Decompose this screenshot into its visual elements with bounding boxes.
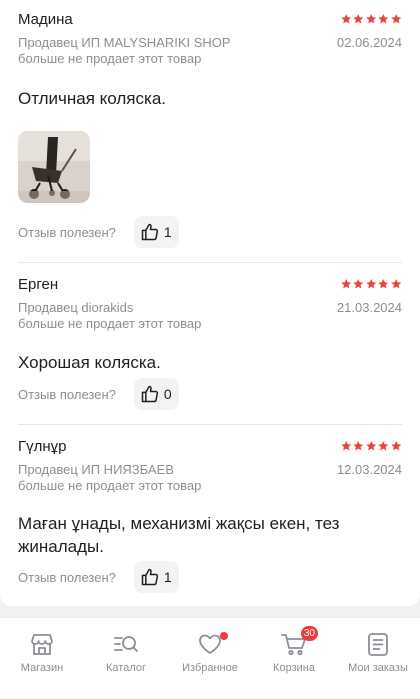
- helpful-label: Отзыв полезен?: [18, 386, 116, 402]
- tab-cart[interactable]: 30 Корзина: [252, 626, 336, 674]
- tab-label: Мои заказы: [348, 662, 408, 674]
- review-text: Отличная коляска.: [18, 89, 167, 108]
- star-icon: [340, 13, 353, 25]
- review-text: Маған ұнады, механизмі жақсы екен, тез ж…: [18, 514, 340, 556]
- divider: [18, 424, 402, 425]
- store-icon: [28, 630, 56, 658]
- seller-name: Продавец ИП MALYSHARIKI SHOP: [18, 34, 231, 50]
- like-button[interactable]: 0: [133, 378, 179, 410]
- like-count: 1: [163, 224, 172, 240]
- star-icon: [352, 13, 365, 25]
- review-photo[interactable]: [18, 131, 90, 203]
- notification-dot: [220, 632, 228, 640]
- review-item: Ерген Продавец diorakids 21.03.2024 боль…: [18, 273, 402, 374]
- heart-icon: [196, 630, 228, 658]
- bottom-tab-bar: Магазин Каталог Избранное 30 Корзина Мои…: [0, 617, 420, 699]
- rating-stars: [340, 278, 403, 290]
- stroller-photo-image: [18, 131, 90, 203]
- review-date: 02.06.2024: [336, 34, 402, 50]
- star-icon: [340, 440, 353, 452]
- catalog-search-icon: [112, 630, 140, 658]
- star-icon: [390, 440, 403, 452]
- helpful-row: Отзыв полезен? 0: [18, 378, 179, 410]
- tab-favorites[interactable]: Избранное: [168, 630, 252, 674]
- like-button[interactable]: 1: [133, 216, 179, 248]
- tab-label: Каталог: [106, 662, 146, 674]
- review-author: Гүлнұр: [18, 437, 67, 455]
- tab-catalog[interactable]: Каталог: [84, 630, 168, 674]
- star-icon: [365, 440, 378, 452]
- thumbs-up-icon: [140, 384, 160, 404]
- star-icon: [365, 278, 378, 290]
- divider: [18, 262, 402, 263]
- reviews-card: Мадина Продавец ИП MALYSHARIKI SHOP 02.0…: [0, 0, 420, 606]
- star-icon: [390, 13, 403, 25]
- review-text: Хорошая коляска.: [18, 353, 161, 372]
- tab-label: Избранное: [182, 662, 238, 674]
- star-icon: [377, 13, 390, 25]
- seller-status: больше не продает этот товар: [18, 478, 202, 493]
- helpful-row: Отзыв полезен? 1: [18, 561, 179, 593]
- star-icon: [377, 440, 390, 452]
- star-icon: [390, 278, 403, 290]
- review-item: Гүлнұр Продавец ИП НИЯЗБАЕВ 12.03.2024 б…: [18, 435, 402, 558]
- rating-stars: [340, 13, 403, 25]
- cart-count-badge: 30: [300, 626, 318, 641]
- helpful-label: Отзыв полезен?: [18, 569, 116, 585]
- review-author: Ерген: [18, 275, 59, 293]
- tab-orders[interactable]: Мои заказы: [336, 630, 420, 674]
- review-date: 21.03.2024: [336, 299, 402, 315]
- star-icon: [352, 440, 365, 452]
- review-author: Мадина: [18, 10, 73, 28]
- helpful-row: Отзыв полезен? 1: [18, 216, 179, 248]
- seller-status: больше не продает этот товар: [18, 316, 202, 331]
- tab-label: Магазин: [20, 662, 64, 674]
- thumbs-up-icon: [140, 567, 160, 587]
- like-count: 0: [163, 386, 172, 402]
- seller-name: Продавец diorakids: [18, 299, 134, 315]
- review-item: Мадина Продавец ИП MALYSHARIKI SHOP 02.0…: [18, 8, 402, 110]
- like-button[interactable]: 1: [133, 561, 179, 593]
- thumbs-up-icon: [140, 222, 160, 242]
- like-count: 1: [163, 569, 172, 585]
- rating-stars: [340, 440, 403, 452]
- review-date: 12.03.2024: [336, 461, 402, 477]
- star-icon: [365, 13, 378, 25]
- seller-name: Продавец ИП НИЯЗБАЕВ: [18, 461, 174, 477]
- cart-icon: 30: [280, 626, 318, 658]
- star-icon: [340, 278, 353, 290]
- orders-icon: [364, 630, 392, 658]
- tab-label: Корзина: [273, 662, 315, 674]
- star-icon: [377, 278, 390, 290]
- helpful-label: Отзыв полезен?: [18, 224, 116, 240]
- seller-status: больше не продает этот товар: [18, 51, 202, 66]
- tab-store[interactable]: Магазин: [0, 630, 84, 674]
- star-icon: [352, 278, 365, 290]
